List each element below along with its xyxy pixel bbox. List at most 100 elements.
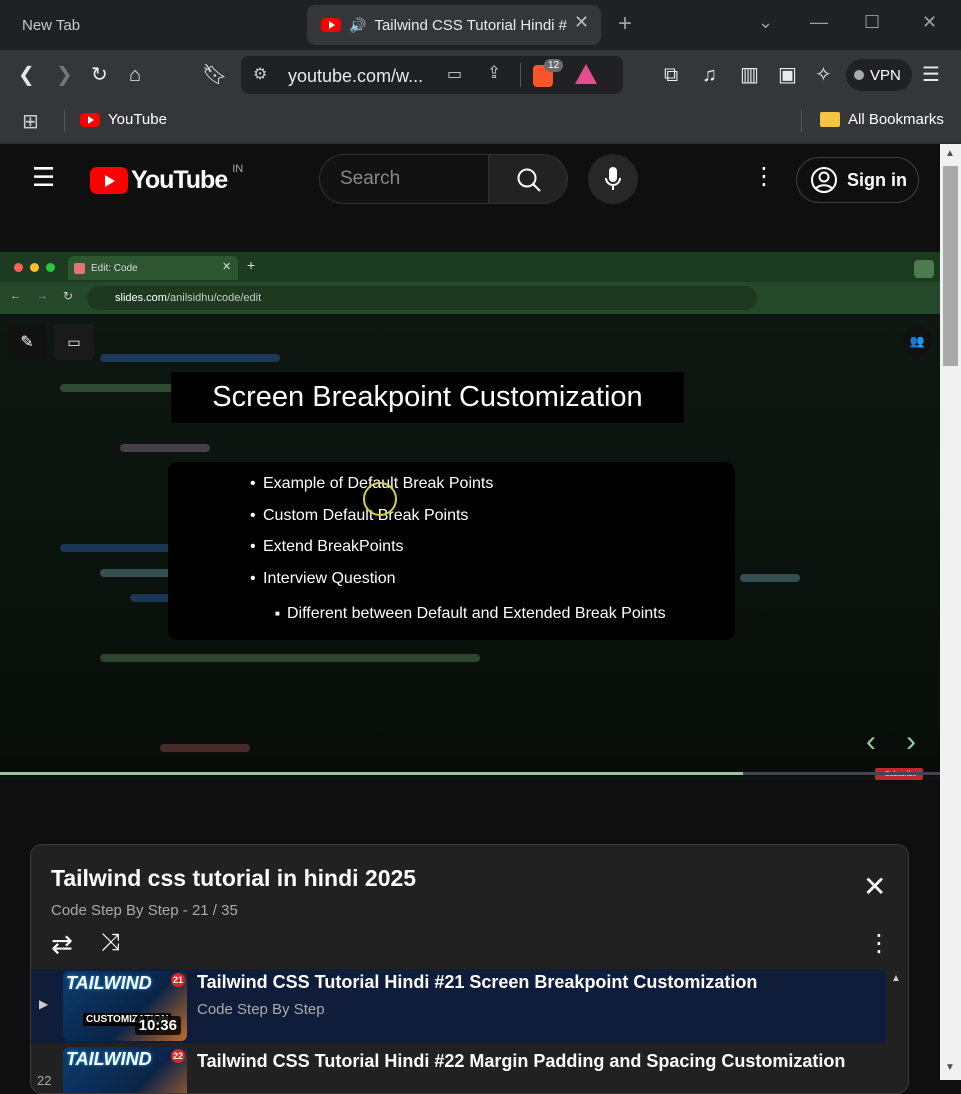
site-info-icon[interactable]: ⚙	[253, 64, 267, 84]
playlist-panel: Tailwind css tutorial in hindi 2025 Code…	[30, 844, 909, 1094]
all-bookmarks-label: All Bookmarks	[848, 111, 944, 128]
page-scrollbar[interactable]: ▲ ▼	[940, 144, 961, 1080]
slide-bullet-box: Example of Default Break Points Custom D…	[168, 462, 735, 640]
browser-toolbar: ❮ ❯ ↻ ⌂ 🔖︎ ⚙ youtube.com/w... ▭ ⇪ 12 ⧉ ♫…	[0, 50, 961, 100]
sign-in-button[interactable]: Sign in	[796, 157, 919, 203]
now-playing-icon: ▶	[39, 997, 49, 1011]
youtube-play-icon	[90, 167, 128, 194]
sidebar-icon[interactable]: ▥	[740, 62, 759, 88]
wallet-icon[interactable]: ▣	[778, 62, 797, 88]
inner-forward-icon: →	[37, 290, 48, 302]
traffic-light-green-icon	[46, 263, 55, 272]
playlist-item[interactable]: 22 TAILWIND 22 Tailwind CSS Tutorial Hin…	[31, 1045, 886, 1093]
folder-icon	[820, 112, 840, 127]
vpn-label: VPN	[870, 66, 901, 84]
thumb-title: TAILWIND	[66, 1049, 152, 1069]
video-player[interactable]: Edit: Code ✕ + ← → ↻ slides.com/anilsidh…	[0, 250, 940, 780]
chevron-down-icon[interactable]: ⌄	[758, 12, 773, 33]
home-icon[interactable]: ⌂	[129, 62, 141, 88]
music-icon[interactable]: ♫	[702, 62, 717, 88]
playlist-scroll-up-icon[interactable]: ▲	[891, 973, 901, 984]
more-options-icon[interactable]: ⋮	[752, 164, 776, 190]
playlist-item-title[interactable]: Tailwind CSS Tutorial Hindi #21 Screen B…	[197, 972, 757, 993]
forward-icon[interactable]: ❯	[56, 62, 73, 88]
close-playlist-icon[interactable]: ✕	[863, 873, 886, 901]
tab-label: New Tab	[22, 16, 81, 34]
playlist-title[interactable]: Tailwind css tutorial in hindi 2025	[51, 865, 416, 892]
search-icon	[517, 168, 541, 192]
tab-new-tab[interactable]: New Tab	[0, 0, 300, 50]
search-button[interactable]	[488, 154, 568, 204]
back-icon[interactable]: ❮	[18, 62, 35, 88]
vpn-status-icon	[854, 70, 864, 80]
search-placeholder: Search	[340, 168, 401, 189]
microphone-icon	[605, 167, 621, 190]
slide-bullet: Interview Question	[250, 570, 395, 588]
inner-chevron-icon	[914, 260, 934, 278]
speaker-icon[interactable]: 🔊	[349, 17, 366, 34]
traffic-light-red-icon	[14, 263, 23, 272]
new-tab-button[interactable]: +	[618, 10, 632, 38]
scroll-down-arrow-icon[interactable]: ▼	[945, 1062, 955, 1073]
shield-count-badge: 12	[544, 59, 564, 72]
playlist-position: 21 / 35	[191, 902, 238, 919]
present-icon: ▭	[54, 324, 94, 360]
voice-search-button[interactable]	[588, 154, 638, 204]
address-bar[interactable]: ⚙ youtube.com/w... ▭ ⇪ 12	[241, 56, 623, 94]
video-browser-urlbar: ← → ↻ slides.com/anilsidhu/code/edit	[0, 282, 940, 314]
youtube-favicon-icon	[80, 112, 100, 127]
slide-prev-arrow-icon: ‹	[866, 725, 876, 758]
youtube-favicon-icon	[321, 18, 341, 32]
scroll-up-arrow-icon[interactable]: ▲	[945, 148, 955, 159]
search-input[interactable]: Search	[319, 154, 489, 204]
bookmark-youtube[interactable]: YouTube	[80, 111, 167, 128]
install-app-icon[interactable]: ▭	[447, 64, 462, 84]
account-icon	[811, 167, 837, 193]
playlist-item-current[interactable]: ▶ TAILWIND 21 CUSTOMIZATION 10:36 Tailwi…	[31, 969, 886, 1043]
all-bookmarks[interactable]: All Bookmarks	[820, 111, 944, 128]
playlist-item-channel[interactable]: Code Step By Step	[197, 1001, 325, 1018]
thumb-title: TAILWIND	[66, 973, 152, 993]
playlist-item-index: 22	[37, 1073, 52, 1088]
video-thumbnail[interactable]: TAILWIND 21 CUSTOMIZATION 10:36	[63, 971, 187, 1041]
scrollbar-thumb[interactable]	[943, 166, 958, 366]
playlist-meta: Code Step By Step - 21 / 35	[51, 902, 238, 919]
video-thumbnail[interactable]: TAILWIND 22	[63, 1047, 187, 1093]
reload-icon[interactable]: ↻	[91, 62, 108, 88]
video-duration: 10:36	[134, 1016, 181, 1035]
video-inner-tab: Edit: Code	[68, 256, 238, 280]
close-window-button[interactable]: ✕	[922, 12, 937, 33]
inner-back-icon: ←	[10, 290, 21, 302]
loop-icon[interactable]: ⇄	[51, 931, 73, 957]
thumb-episode-badge: 21	[171, 973, 185, 987]
inner-close-icon: ✕	[222, 261, 232, 273]
menu-icon[interactable]: ☰	[922, 62, 940, 88]
youtube-logo[interactable]: YouTube IN	[90, 163, 243, 195]
playlist-channel[interactable]: Code Step By Step	[51, 902, 179, 919]
leo-ai-icon[interactable]: ✧	[815, 62, 832, 88]
traffic-light-yellow-icon	[30, 263, 39, 272]
share-icon[interactable]: ⇪	[487, 63, 501, 83]
minimize-button[interactable]: —	[810, 12, 828, 33]
inner-reload-icon: ↻	[63, 289, 74, 303]
tab-youtube-active[interactable]: 🔊 Tailwind CSS Tutorial Hindi #	[307, 5, 601, 45]
playlist-item-title[interactable]: Tailwind CSS Tutorial Hindi #22 Margin P…	[197, 1051, 845, 1072]
hamburger-menu-icon[interactable]: ☰	[32, 164, 55, 190]
slide-bullet: Custom Default Break Points	[250, 507, 468, 525]
apps-grid-icon[interactable]: ⊞	[22, 109, 39, 134]
slide-sub-bullet: Different between Default and Extended B…	[275, 605, 666, 623]
bookmark-icon[interactable]: 🔖︎	[202, 62, 227, 88]
bookmark-label: YouTube	[108, 111, 167, 128]
inner-tab-label: Edit: Code	[91, 262, 138, 274]
shuffle-icon[interactable]: ⤨	[101, 930, 120, 956]
cursor-highlight	[363, 482, 397, 516]
divider	[520, 63, 521, 87]
youtube-header: ☰ YouTube IN Search ⋮ Sign in	[0, 144, 940, 214]
slide-next-arrow-icon: ›	[906, 725, 916, 758]
inner-new-tab-icon: +	[247, 257, 256, 273]
vpn-button[interactable]: VPN	[846, 59, 912, 91]
brave-rewards-icon[interactable]	[575, 64, 597, 84]
playlist-more-icon[interactable]: ⋮	[867, 931, 891, 957]
extensions-icon[interactable]: ⧉	[664, 62, 678, 88]
maximize-button[interactable]: ☐	[864, 12, 880, 33]
